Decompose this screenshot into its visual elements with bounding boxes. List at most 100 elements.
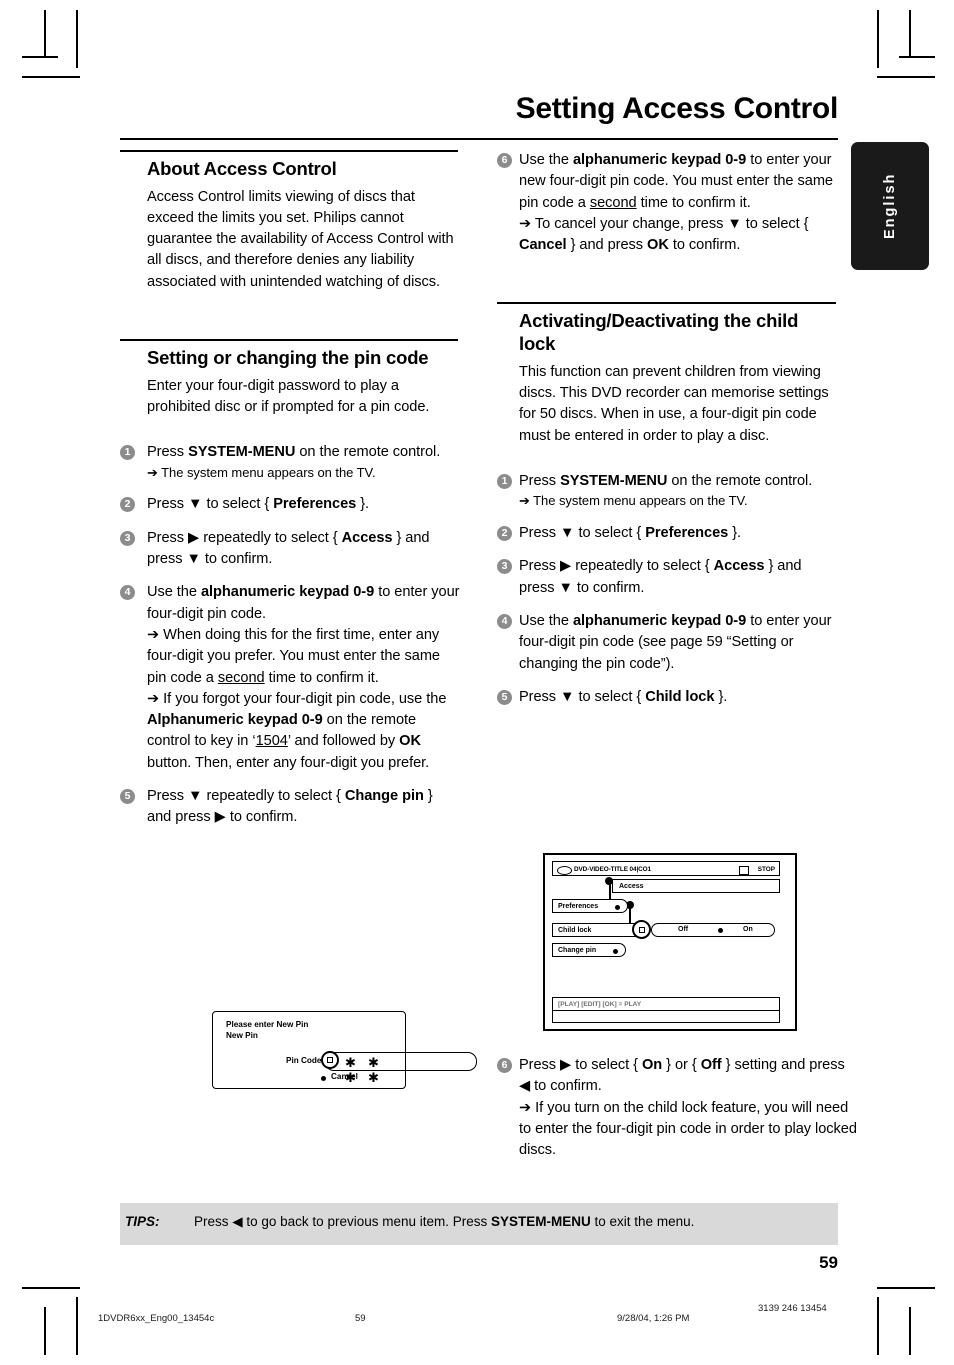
step-number: 6 — [497, 1058, 512, 1073]
crop-mark-tr-h2 — [899, 56, 935, 58]
step-item: 3 Press ▶ repeatedly to select { Access … — [497, 556, 837, 599]
step-number: 2 — [120, 497, 135, 513]
pin-code-label: Pin Code — [286, 1056, 322, 1065]
step-text: Press ▼ to select { Child lock }. — [519, 688, 728, 705]
step-number: 5 — [497, 689, 512, 705]
bullet-dot-icon — [321, 1075, 326, 1081]
heading-setting-changing-pin-code: Setting or changing the pin code — [147, 347, 429, 369]
bullet-dot-icon — [718, 927, 723, 933]
tv-title-bar: DVD-VIDEO-TITLE 04|CO1 STOP — [552, 861, 780, 876]
section-divider-about — [120, 150, 458, 152]
print-footer-page: 59 — [355, 1313, 366, 1324]
tv-menu-label: Child lock — [558, 927, 592, 934]
step-text: Press ▼ repeatedly to select { Change pi… — [147, 788, 433, 826]
pin-code-value: ✱ ✱ ✱ ✱ — [345, 1056, 383, 1086]
step-item: 6 Use the alphanumeric keypad 0-9 to ent… — [497, 150, 837, 256]
connector-dot-icon — [605, 877, 613, 885]
tv-menu-item-change-pin[interactable]: Change pin — [552, 943, 626, 957]
step-text: Press ▶ to select { On } or { Off } sett… — [519, 1057, 845, 1095]
crop-mark-br-v — [877, 1297, 879, 1355]
step-number: 2 — [497, 526, 512, 542]
navigation-knob-icon — [321, 1051, 339, 1069]
tv-option-off[interactable]: Off — [678, 926, 688, 933]
step-number: 4 — [497, 613, 512, 629]
step-text: Press ▼ to select { Preferences }. — [147, 496, 370, 513]
crop-mark-bl-v — [76, 1297, 78, 1355]
crop-mark-bl-h — [22, 1287, 80, 1289]
language-tab-label: English — [882, 172, 898, 240]
step-number: 6 — [497, 153, 512, 168]
tv-screen-figure: DVD-VIDEO-TITLE 04|CO1 STOP Access Prefe… — [543, 853, 797, 1031]
step-item: 5 Press ▼ repeatedly to select { Change … — [120, 786, 460, 829]
step-number: 1 — [497, 473, 512, 489]
step-number: 4 — [120, 585, 135, 601]
right-column: 6 Use the alphanumeric keypad 0-9 to ent… — [497, 150, 837, 720]
step-number: 3 — [120, 530, 135, 546]
tv-menu-label: Preferences — [558, 903, 599, 910]
step-number: 1 — [120, 445, 135, 461]
step-sub-text: ➔ When doing this for the first time, en… — [147, 626, 440, 686]
step-item: 2 Press ▼ to select { Preferences }. — [120, 494, 460, 515]
section-divider-pin-code — [120, 339, 458, 342]
paragraph-child-lock: This function can prevent children from … — [519, 363, 829, 444]
print-footer-date: 9/28/04, 1:26 PM — [617, 1313, 690, 1324]
tv-status-bar: [PLAY] [EDIT] [OK] = PLAY — [552, 997, 780, 1011]
tv-menu-label: Change pin — [558, 947, 597, 954]
step-text: Press SYSTEM-MENU on the remote control. — [519, 472, 813, 489]
pin-dialog-subtitle: New Pin — [226, 1031, 258, 1040]
pin-code-dialog-figure: Please enter New Pin New Pin Pin Code ✱ … — [212, 1011, 477, 1089]
heading-activating-deactivating-child-lock: Activating/Deactivating the child lock — [519, 310, 799, 355]
step-sub-text: ➔ To cancel your change, press ▼ to sele… — [519, 215, 809, 254]
page-title: Setting Access Control — [515, 92, 839, 125]
language-tab: English — [851, 142, 929, 270]
stop-icon — [739, 866, 749, 875]
step-item: 4 Use the alphanumeric keypad 0-9 to ent… — [120, 582, 460, 774]
tv-access-panel: Access — [612, 879, 780, 893]
tv-menu-item-child-lock[interactable]: Child lock — [552, 923, 640, 937]
tv-onoff-selector[interactable] — [651, 923, 775, 937]
tv-disc-title: DVD-VIDEO-TITLE 04|CO1 — [574, 865, 651, 873]
tv-menu-item-preferences[interactable]: Preferences — [552, 899, 628, 913]
step-number: 3 — [497, 559, 512, 575]
tv-access-label: Access — [619, 883, 644, 890]
step-item: 4 Use the alphanumeric keypad 0-9 to ent… — [497, 611, 837, 675]
pin-dialog-title: Please enter New Pin — [226, 1020, 309, 1029]
step-item: 1 Press SYSTEM-MENU on the remote contro… — [497, 471, 837, 511]
step-text: Use the alphanumeric keypad 0-9 to enter… — [147, 584, 460, 622]
step-item: 2 Press ▼ to select { Preferences }. — [497, 523, 837, 544]
crop-mark-tl-v — [76, 10, 78, 68]
step-sub-text: ➔ The system menu appears on the TV. — [147, 464, 376, 480]
navigation-knob-icon — [632, 920, 651, 939]
crop-mark-tl-h — [22, 76, 80, 78]
bullet-dot-icon — [615, 904, 620, 910]
left-column: About Access Control Access Control limi… — [120, 150, 460, 841]
step-sub-text: ➔ If you forgot your four-digit pin code… — [147, 690, 447, 771]
step-text: Press ▶ repeatedly to select { Access } … — [519, 558, 802, 596]
step-item: 5 Press ▼ to select { Child lock }. — [497, 687, 837, 708]
step-sub-text: ➔ If you turn on the child lock feature,… — [519, 1099, 857, 1159]
tips-text: Press ◀ to go back to previous menu item… — [194, 1214, 695, 1229]
header-divider — [120, 138, 838, 140]
crop-mark-tr-v — [877, 10, 879, 68]
paragraph-setting-changing-pin-code: Enter your four-digit password to play a… — [147, 377, 430, 415]
heading-about-access-control: About Access Control — [147, 158, 337, 179]
tv-option-on[interactable]: On — [743, 926, 753, 933]
tv-status-hint: [PLAY] [EDIT] [OK] = PLAY — [558, 1001, 642, 1008]
tv-status-stop: STOP — [757, 865, 775, 873]
crop-mark-bl-v2 — [44, 1307, 46, 1355]
step-text: Press ▶ repeatedly to select { Access } … — [147, 529, 430, 568]
step-text: Press SYSTEM-MENU on the remote control. — [147, 444, 441, 461]
step-text: Press ▼ to select { Preferences }. — [519, 525, 742, 542]
crop-mark-tl-h2 — [22, 56, 58, 58]
tips-label: TIPS: — [125, 1214, 160, 1229]
paragraph-about-access-control: Access Control limits viewing of discs t… — [147, 188, 454, 290]
crop-mark-br-h — [877, 1287, 935, 1289]
page-number: 59 — [819, 1253, 838, 1272]
tv-status-bar-secondary — [552, 1011, 780, 1023]
crop-mark-tl-v2 — [44, 10, 46, 58]
step-text: Use the alphanumeric keypad 0-9 to enter… — [519, 152, 833, 211]
crop-mark-tr-v2 — [909, 10, 911, 58]
